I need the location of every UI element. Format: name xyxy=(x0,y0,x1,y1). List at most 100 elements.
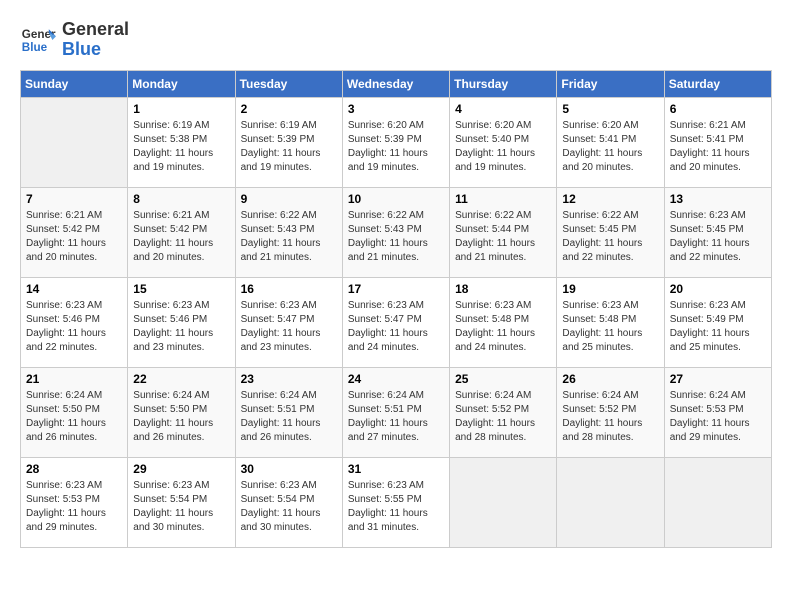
day-cell: 22 Sunrise: 6:24 AM Sunset: 5:50 PM Dayli… xyxy=(128,367,235,457)
day-number: 12 xyxy=(562,192,658,206)
day-cell: 12Sunrise: 6:22 AM Sunset: 5:45 PM Dayli… xyxy=(557,187,664,277)
day-info: Sunrise: 6:24 AM Sunset: 5:50 PM Dayligh… xyxy=(26,389,122,445)
day-number: 22 xyxy=(133,372,229,386)
day-info: Sunrise: 6:21 AM Sunset: 5:42 PM Dayligh… xyxy=(133,209,229,265)
day-info: Sunrise: 6:24 AM Sunset: 5:52 PM Dayligh… xyxy=(562,389,658,445)
day-info: Sunrise: 6:23 AM Sunset: 5:53 PM Dayligh… xyxy=(26,479,122,535)
day-info: Sunrise: 6:23 AM Sunset: 5:48 PM Dayligh… xyxy=(455,299,551,355)
day-cell: 6Sunrise: 6:21 AM Sunset: 5:41 PM Daylig… xyxy=(664,97,771,187)
day-number: 16 xyxy=(241,282,337,296)
day-number: 19 xyxy=(562,282,658,296)
day-cell: 25 Sunrise: 6:24 AM Sunset: 5:52 PM Dayli… xyxy=(450,367,557,457)
day-number: 29 xyxy=(133,462,229,476)
day-cell: 21 Sunrise: 6:24 AM Sunset: 5:50 PM Dayli… xyxy=(21,367,128,457)
logo-icon: General Blue xyxy=(20,22,56,58)
day-number: 27 xyxy=(670,372,766,386)
day-cell: 26 Sunrise: 6:24 AM Sunset: 5:52 PM Dayli… xyxy=(557,367,664,457)
day-number: 21 xyxy=(26,372,122,386)
day-info: Sunrise: 6:21 AM Sunset: 5:41 PM Dayligh… xyxy=(670,119,766,175)
day-info: Sunrise: 6:22 AM Sunset: 5:43 PM Dayligh… xyxy=(348,209,444,265)
day-number: 13 xyxy=(670,192,766,206)
header-tuesday: Tuesday xyxy=(235,70,342,97)
day-number: 18 xyxy=(455,282,551,296)
logo-text-general: General xyxy=(62,20,129,40)
day-number: 2 xyxy=(241,102,337,116)
day-info: Sunrise: 6:21 AM Sunset: 5:42 PM Dayligh… xyxy=(26,209,122,265)
week-row-5: 28 Sunrise: 6:23 AM Sunset: 5:53 PM Dayli… xyxy=(21,457,772,547)
day-info: Sunrise: 6:23 AM Sunset: 5:45 PM Dayligh… xyxy=(670,209,766,265)
day-number: 14 xyxy=(26,282,122,296)
day-info: Sunrise: 6:24 AM Sunset: 5:51 PM Dayligh… xyxy=(348,389,444,445)
day-number: 1 xyxy=(133,102,229,116)
day-cell: 10 Sunrise: 6:22 AM Sunset: 5:43 PM Dayli… xyxy=(342,187,449,277)
week-row-3: 14 Sunrise: 6:23 AM Sunset: 5:46 PM Dayli… xyxy=(21,277,772,367)
day-number: 15 xyxy=(133,282,229,296)
day-cell: 15 Sunrise: 6:23 AM Sunset: 5:46 PM Dayli… xyxy=(128,277,235,367)
day-number: 5 xyxy=(562,102,658,116)
day-number: 23 xyxy=(241,372,337,386)
day-number: 26 xyxy=(562,372,658,386)
header-wednesday: Wednesday xyxy=(342,70,449,97)
week-row-2: 7 Sunrise: 6:21 AM Sunset: 5:42 PM Daylig… xyxy=(21,187,772,277)
day-number: 11 xyxy=(455,192,551,206)
day-info: Sunrise: 6:20 AM Sunset: 5:39 PM Dayligh… xyxy=(348,119,444,175)
day-cell xyxy=(21,97,128,187)
day-info: Sunrise: 6:20 AM Sunset: 5:40 PM Dayligh… xyxy=(455,119,551,175)
day-number: 17 xyxy=(348,282,444,296)
day-cell xyxy=(557,457,664,547)
day-cell: 23 Sunrise: 6:24 AM Sunset: 5:51 PM Dayli… xyxy=(235,367,342,457)
day-number: 4 xyxy=(455,102,551,116)
day-info: Sunrise: 6:22 AM Sunset: 5:43 PM Dayligh… xyxy=(241,209,337,265)
day-cell: 11Sunrise: 6:22 AM Sunset: 5:44 PM Dayli… xyxy=(450,187,557,277)
day-info: Sunrise: 6:19 AM Sunset: 5:38 PM Dayligh… xyxy=(133,119,229,175)
day-number: 20 xyxy=(670,282,766,296)
day-cell: 17Sunrise: 6:23 AM Sunset: 5:47 PM Dayli… xyxy=(342,277,449,367)
day-cell: 2 Sunrise: 6:19 AM Sunset: 5:39 PM Daylig… xyxy=(235,97,342,187)
header-thursday: Thursday xyxy=(450,70,557,97)
day-info: Sunrise: 6:19 AM Sunset: 5:39 PM Dayligh… xyxy=(241,119,337,175)
header-friday: Friday xyxy=(557,70,664,97)
day-number: 3 xyxy=(348,102,444,116)
day-number: 9 xyxy=(241,192,337,206)
day-cell: 9 Sunrise: 6:22 AM Sunset: 5:43 PM Daylig… xyxy=(235,187,342,277)
day-cell: 1 Sunrise: 6:19 AM Sunset: 5:38 PM Daylig… xyxy=(128,97,235,187)
day-number: 7 xyxy=(26,192,122,206)
day-info: Sunrise: 6:20 AM Sunset: 5:41 PM Dayligh… xyxy=(562,119,658,175)
day-info: Sunrise: 6:24 AM Sunset: 5:53 PM Dayligh… xyxy=(670,389,766,445)
svg-text:Blue: Blue xyxy=(22,41,48,54)
day-info: Sunrise: 6:23 AM Sunset: 5:46 PM Dayligh… xyxy=(133,299,229,355)
day-cell: 7 Sunrise: 6:21 AM Sunset: 5:42 PM Daylig… xyxy=(21,187,128,277)
day-number: 28 xyxy=(26,462,122,476)
day-cell: 27 Sunrise: 6:24 AM Sunset: 5:53 PM Dayli… xyxy=(664,367,771,457)
day-number: 24 xyxy=(348,372,444,386)
day-info: Sunrise: 6:23 AM Sunset: 5:47 PM Dayligh… xyxy=(241,299,337,355)
day-info: Sunrise: 6:23 AM Sunset: 5:48 PM Dayligh… xyxy=(562,299,658,355)
day-cell: 4 Sunrise: 6:20 AM Sunset: 5:40 PM Daylig… xyxy=(450,97,557,187)
logo-text-blue: Blue xyxy=(62,40,129,60)
day-info: Sunrise: 6:23 AM Sunset: 5:55 PM Dayligh… xyxy=(348,479,444,535)
day-cell: 8 Sunrise: 6:21 AM Sunset: 5:42 PM Daylig… xyxy=(128,187,235,277)
week-row-4: 21 Sunrise: 6:24 AM Sunset: 5:50 PM Dayli… xyxy=(21,367,772,457)
day-cell: 20Sunrise: 6:23 AM Sunset: 5:49 PM Dayli… xyxy=(664,277,771,367)
day-number: 10 xyxy=(348,192,444,206)
day-cell: 30Sunrise: 6:23 AM Sunset: 5:54 PM Dayli… xyxy=(235,457,342,547)
day-number: 8 xyxy=(133,192,229,206)
day-info: Sunrise: 6:24 AM Sunset: 5:51 PM Dayligh… xyxy=(241,389,337,445)
day-cell: 14 Sunrise: 6:23 AM Sunset: 5:46 PM Dayli… xyxy=(21,277,128,367)
week-row-1: 1 Sunrise: 6:19 AM Sunset: 5:38 PM Daylig… xyxy=(21,97,772,187)
day-info: Sunrise: 6:24 AM Sunset: 5:50 PM Dayligh… xyxy=(133,389,229,445)
day-cell: 13 Sunrise: 6:23 AM Sunset: 5:45 PM Dayli… xyxy=(664,187,771,277)
day-number: 25 xyxy=(455,372,551,386)
day-info: Sunrise: 6:24 AM Sunset: 5:52 PM Dayligh… xyxy=(455,389,551,445)
day-cell: 31Sunrise: 6:23 AM Sunset: 5:55 PM Dayli… xyxy=(342,457,449,547)
day-info: Sunrise: 6:23 AM Sunset: 5:54 PM Dayligh… xyxy=(241,479,337,535)
day-cell: 24 Sunrise: 6:24 AM Sunset: 5:51 PM Dayli… xyxy=(342,367,449,457)
logo: General Blue General Blue xyxy=(20,20,129,60)
day-cell: 29 Sunrise: 6:23 AM Sunset: 5:54 PM Dayli… xyxy=(128,457,235,547)
day-info: Sunrise: 6:23 AM Sunset: 5:54 PM Dayligh… xyxy=(133,479,229,535)
header-saturday: Saturday xyxy=(664,70,771,97)
day-info: Sunrise: 6:23 AM Sunset: 5:46 PM Dayligh… xyxy=(26,299,122,355)
day-cell xyxy=(664,457,771,547)
header-monday: Monday xyxy=(128,70,235,97)
day-cell: 5 Sunrise: 6:20 AM Sunset: 5:41 PM Daylig… xyxy=(557,97,664,187)
